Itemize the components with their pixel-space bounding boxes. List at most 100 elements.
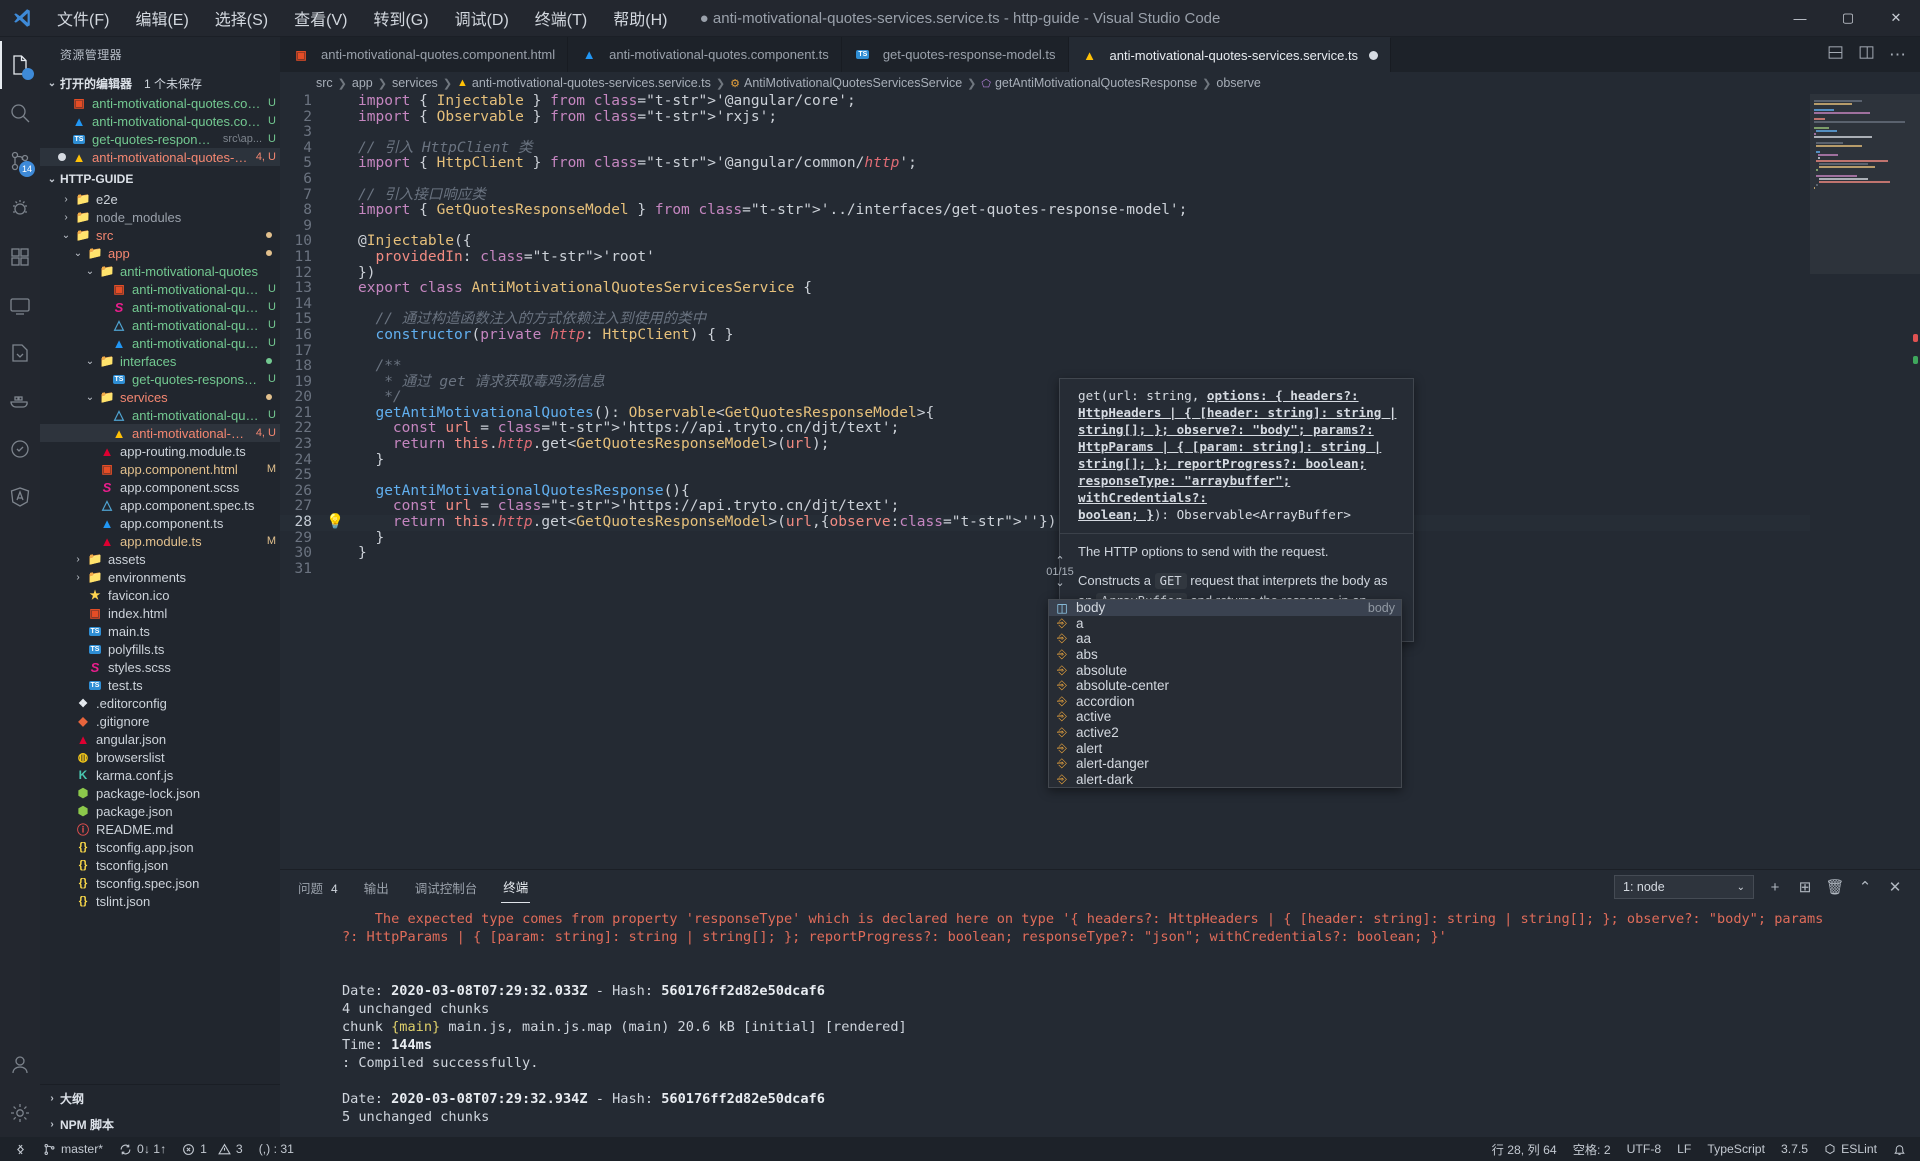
tree-folder[interactable]: › 📁 environments	[40, 568, 280, 586]
activity-accounts-icon[interactable]	[0, 1041, 40, 1089]
suggestion-item[interactable]: ⎆ accordion	[1049, 694, 1401, 710]
activity-source-control-icon[interactable]: 14	[0, 137, 40, 185]
parameter-hints-nav[interactable]: ⌃ 01/15 ⌄	[1045, 544, 1075, 600]
code-line[interactable]: 5 import { HttpClient } from class="t-str…	[280, 156, 1810, 172]
breadcrumb-item[interactable]: services	[392, 76, 438, 90]
tree-file[interactable]: ▲ app.component.ts	[40, 514, 280, 532]
code-line[interactable]: 3	[280, 125, 1810, 141]
code-line[interactable]: 14	[280, 296, 1810, 313]
activity-explorer-icon[interactable]	[0, 41, 40, 89]
param-hint-up-icon[interactable]: ⌃	[1055, 556, 1064, 567]
suggestion-item[interactable]: ⎆ absolute-center	[1049, 678, 1401, 694]
editor-toolbar[interactable]: ⋯	[1813, 37, 1920, 72]
tab-unsaved-dot[interactable]	[1369, 50, 1379, 60]
tree-file[interactable]: ◆ .gitignore	[40, 712, 280, 730]
close-panel-button[interactable]: ✕	[1886, 878, 1904, 896]
panel-tab[interactable]: 问题 4	[296, 872, 340, 903]
activity-bar[interactable]: 14	[0, 37, 40, 1137]
activity-extensions-icon[interactable]	[0, 233, 40, 281]
breadcrumb-item[interactable]: observe	[1216, 76, 1260, 90]
code-line[interactable]: 15 // 通过构造函数注入的方式依赖注入到使用的类中	[280, 312, 1810, 328]
activity-settings-gear-icon[interactable]	[0, 1089, 40, 1137]
split-editor-right-icon[interactable]	[1858, 44, 1875, 66]
code-line[interactable]: 6	[280, 171, 1810, 188]
code-line[interactable]: 11 providedIn: class="t-str">'root'	[280, 249, 1810, 266]
breadcrumb-item[interactable]: app	[352, 76, 373, 90]
status-ts-version[interactable]: 3.7.5	[1773, 1137, 1816, 1161]
code-line[interactable]: 16 constructor(private http: HttpClient)…	[280, 327, 1810, 344]
suggestion-item[interactable]: ⎆ alert	[1049, 740, 1401, 756]
suggestion-item[interactable]: ⎆ aa	[1049, 631, 1401, 647]
breadcrumb-item[interactable]: ⚙ AntiMotivationalQuotesServicesService	[730, 76, 962, 90]
panel-tab[interactable]: 输出	[362, 872, 391, 903]
status-ports[interactable]: (,) : 31	[251, 1137, 302, 1161]
status-branch[interactable]: master*	[35, 1137, 111, 1161]
status-eslint[interactable]: ESLint	[1816, 1137, 1885, 1161]
code-line[interactable]: 7 // 引入接口响应类	[280, 187, 1810, 204]
panel-tab[interactable]: 调试控制台	[413, 872, 480, 903]
code-line[interactable]: 28 💡 return this.http.get<GetQuotesRespon…	[280, 514, 1810, 531]
suggestion-item[interactable]: ◫ body body	[1049, 600, 1401, 616]
code-line[interactable]: 18 /**	[280, 358, 1810, 375]
menu-view[interactable]: 查看(V)	[281, 2, 360, 34]
code-lines[interactable]: 1 import { Injectable } from class="t-str…	[280, 94, 1810, 869]
status-bar[interactable]: master* 0↓ 1↑ 1 3 (,) : 31 行 28, 列 64 空格…	[0, 1137, 1920, 1161]
tree-file[interactable]: ▲ angular.json	[40, 730, 280, 748]
code-line[interactable]: 8 import { GetQuotesResponseModel } from …	[280, 202, 1810, 219]
maximize-button[interactable]: ▢	[1824, 0, 1872, 37]
status-right-group[interactable]: 行 28, 列 64 空格: 2 UTF-8 LF TypeScript 3.7…	[1484, 1137, 1914, 1161]
editor-tab[interactable]: TS get-quotes-response-model.ts	[841, 37, 1069, 72]
open-editors-section-header[interactable]: ⌄ 打开的编辑器 1 个未保存	[40, 72, 280, 94]
tree-folder[interactable]: ⌄ 📁 services	[40, 388, 280, 406]
tree-file[interactable]: ▲ app.module.ts M	[40, 532, 280, 550]
activity-search-icon[interactable]	[0, 89, 40, 137]
menu-bar[interactable]: 文件(F) 编辑(E) 选择(S) 查看(V) 转到(G) 调试(D) 终端(T…	[44, 2, 680, 34]
editor-tab[interactable]: ▲ anti-motivational-quotes.component.ts	[568, 37, 842, 72]
editor-tabs[interactable]: ▣ anti-motivational-quotes.component.html…	[280, 37, 1920, 72]
split-terminal-button[interactable]: ⊞	[1796, 878, 1814, 896]
status-sync[interactable]: 0↓ 1↑	[111, 1137, 174, 1161]
suggestion-item[interactable]: ⎆ active	[1049, 709, 1401, 725]
activity-test-icon[interactable]	[0, 425, 40, 473]
terminal-selector[interactable]: 1: node ⌄	[1614, 875, 1754, 899]
project-section-header[interactable]: ⌄ HTTP-GUIDE	[40, 168, 280, 190]
tree-file[interactable]: {} tsconfig.app.json	[40, 838, 280, 856]
split-editor-down-icon[interactable]	[1827, 44, 1844, 66]
tree-file[interactable]: ⬢ package.json	[40, 802, 280, 820]
suggestion-item[interactable]: ⎆ alert-dark	[1049, 772, 1401, 788]
open-editor-item[interactable]: TS get-quotes-response-model.ts src\ap... U	[40, 130, 280, 148]
tree-file[interactable]: ★ favicon.ico	[40, 586, 280, 604]
tree-file[interactable]: Kkarma.conf.js	[40, 766, 280, 784]
tree-folder[interactable]: ⌄ 📁 src	[40, 226, 280, 244]
status-encoding[interactable]: UTF-8	[1619, 1137, 1670, 1161]
code-line[interactable]: 26 getAntiMotivationalQuotesResponse(){	[280, 483, 1810, 500]
code-line[interactable]: 13 export class AntiMotivationalQuotesSer…	[280, 280, 1810, 297]
tree-file[interactable]: △ anti-motivational-quotes.compo... U	[40, 316, 280, 334]
status-remote[interactable]	[6, 1137, 35, 1161]
suggestion-item[interactable]: ⎆ absolute	[1049, 662, 1401, 678]
status-language-mode[interactable]: TypeScript	[1699, 1137, 1773, 1161]
tree-file[interactable]: ▲ anti-motivational-quotes.compo... U	[40, 334, 280, 352]
status-problems[interactable]: 1 3	[174, 1137, 251, 1161]
tree-file[interactable]: ▣ app.component.html M	[40, 460, 280, 478]
npm-scripts-section-header[interactable]: › NPM 脚本	[40, 1111, 280, 1137]
maximize-panel-button[interactable]: ⌃	[1856, 878, 1874, 896]
breadcrumb-item[interactable]: src	[316, 76, 333, 90]
tree-file[interactable]: △ app.component.spec.ts	[40, 496, 280, 514]
code-line[interactable]: 24 }	[280, 452, 1810, 469]
menu-selection[interactable]: 选择(S)	[202, 2, 281, 34]
code-line[interactable]: 27 const url = class="t-str">'https://ap…	[280, 499, 1810, 515]
tree-file[interactable]: ▣ index.html	[40, 604, 280, 622]
editor-tab[interactable]: ▣ anti-motivational-quotes.component.html	[280, 37, 569, 72]
tree-file[interactable]: ❖ .editorconfig	[40, 694, 280, 712]
code-line[interactable]: 20 */	[280, 389, 1810, 406]
outline-section-header[interactable]: › 大纲	[40, 1085, 280, 1111]
glyph-margin[interactable]: 💡	[326, 514, 344, 531]
close-button[interactable]: ✕	[1872, 0, 1920, 37]
tree-file[interactable]: {} tslint.json	[40, 892, 280, 910]
open-editor-item[interactable]: ▲ anti-motivational-quotes-services.s... 4…	[40, 148, 280, 166]
menu-terminal[interactable]: 终端(T)	[522, 2, 600, 34]
activity-docker-icon[interactable]	[0, 377, 40, 425]
param-hint-down-icon[interactable]: ⌄	[1055, 578, 1064, 589]
open-editors-list[interactable]: ▣ anti-motivational-quotes.component.... U…	[40, 94, 280, 166]
